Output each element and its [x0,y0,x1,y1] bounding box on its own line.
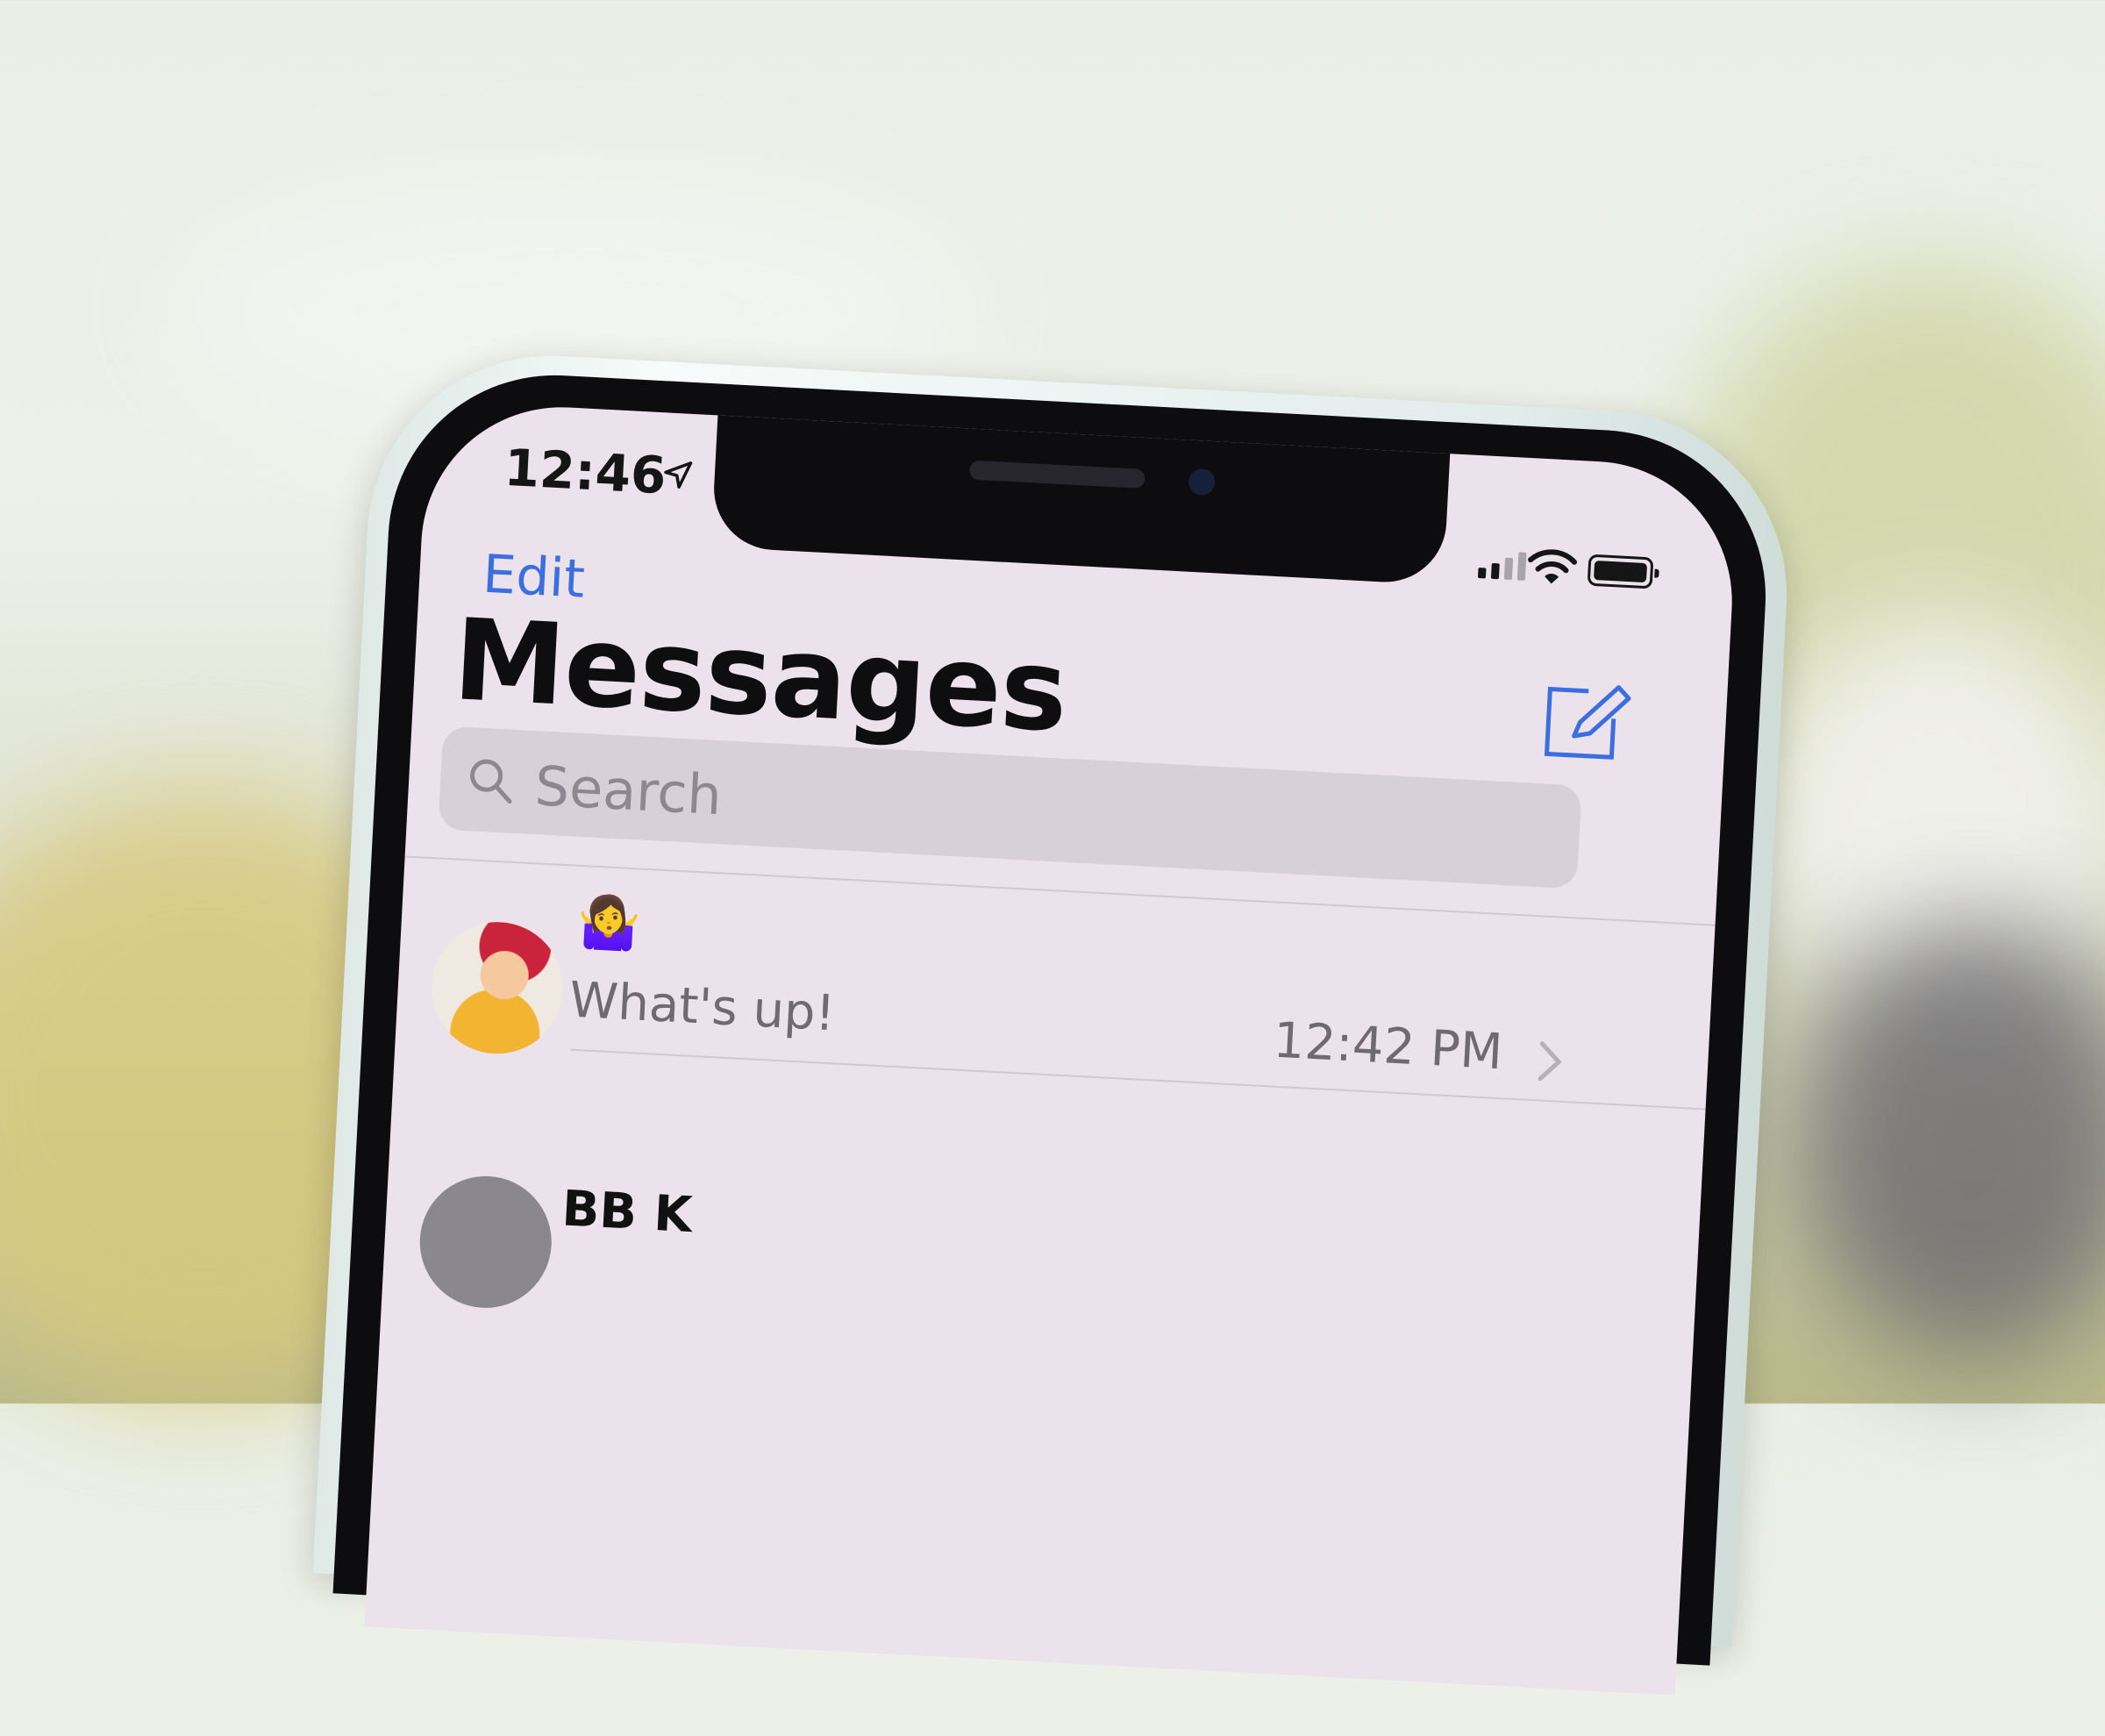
wifi-icon [1528,549,1578,584]
contact-name: BB K [560,1180,694,1245]
contact-name: 🤷‍♀️ [575,890,642,954]
screen: 12:46 Edit Messages Search [364,400,1739,1696]
message-time: 12:42 PM [1272,1011,1504,1082]
front-camera [1188,468,1216,497]
earpiece-speaker [968,460,1145,489]
battery-icon [1587,554,1654,589]
background-blur [1798,921,2105,1360]
search-input[interactable]: Search [533,754,724,827]
signal-icon [1477,550,1527,581]
chevron-right-icon [1538,1041,1562,1082]
avatar [416,1173,555,1311]
message-preview: What's up! [567,971,837,1043]
avatar [428,918,567,1057]
compose-icon[interactable] [1534,669,1636,771]
status-time: 12:46 [503,437,668,506]
phone: 12:46 Edit Messages Search [308,346,1813,1736]
search-icon [470,759,512,804]
conversation-row[interactable]: 🤷‍♀️ What's up! 12:42 PM [394,864,1715,1134]
location-arrow-icon [664,461,693,489]
